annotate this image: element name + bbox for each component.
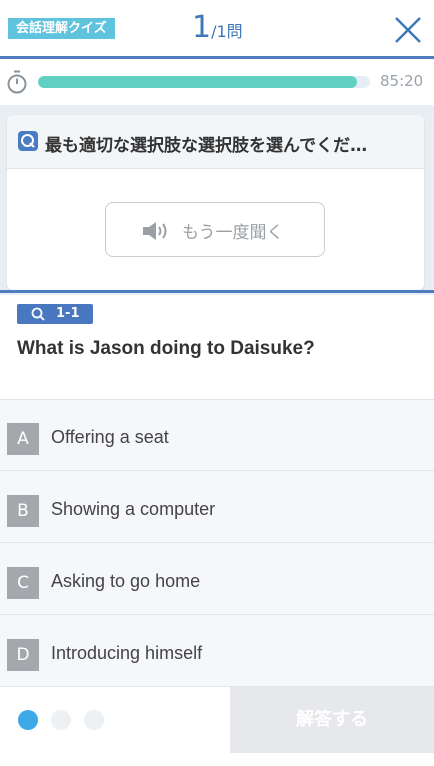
page-dot-1[interactable] xyxy=(18,710,38,730)
option-d[interactable]: D Introducing himself xyxy=(0,616,434,687)
option-text: Offering a seat xyxy=(51,427,169,447)
quiz-header: 会話理解クイズ 1/1問 xyxy=(0,0,434,57)
option-text: Asking to go home xyxy=(51,571,201,591)
speaker-icon xyxy=(143,222,167,240)
total-questions: /1問 xyxy=(211,22,243,41)
quiz-footer: 解答する xyxy=(0,687,434,766)
close-button[interactable] xyxy=(393,15,423,45)
option-b[interactable]: B Showing a computer xyxy=(0,472,434,543)
option-text: Introducing himself xyxy=(51,643,203,663)
question-icon xyxy=(31,307,45,321)
option-a[interactable]: A Offering a seat xyxy=(0,400,434,471)
instruction-text: 最も適切な選択肢な選択肢を選んでくだ… xyxy=(45,136,368,156)
instruction-card: 最も適切な選択肢な選択肢を選んでくだ… もう一度聞く xyxy=(7,115,424,290)
close-icon xyxy=(395,17,421,43)
stopwatch-icon xyxy=(7,70,27,94)
category-tag: 会話理解クイズ xyxy=(8,18,115,39)
instruction-header: 最も適切な選択肢な選択肢を選んでくだ… xyxy=(7,115,424,169)
option-letter: C xyxy=(7,567,39,599)
remaining-time: 85:20 xyxy=(380,72,424,90)
time-progress-bar xyxy=(38,76,370,88)
current-question-number: 1 xyxy=(192,10,212,45)
listen-again-label: もう一度聞く xyxy=(182,223,284,243)
question-number-label: 1-1 xyxy=(56,306,80,321)
question-badge: 1-1 xyxy=(17,304,93,324)
question-text: What is Jason doing to Daisuke? xyxy=(17,338,315,359)
timer-row: 85:20 xyxy=(0,59,434,105)
page-dot-2[interactable] xyxy=(51,710,71,730)
option-c[interactable]: C Asking to go home xyxy=(0,544,434,615)
listen-again-button[interactable]: もう一度聞く xyxy=(105,202,325,257)
time-progress-fill xyxy=(38,76,357,88)
option-letter: A xyxy=(7,423,39,455)
submit-answer-button[interactable]: 解答する xyxy=(230,687,434,753)
option-letter: D xyxy=(7,639,39,671)
option-text: Showing a computer xyxy=(51,499,216,519)
panel-divider xyxy=(0,290,434,293)
question-icon xyxy=(18,131,38,151)
option-letter: B xyxy=(7,495,39,527)
page-dot-3[interactable] xyxy=(84,710,104,730)
question-counter: 1/1問 xyxy=(192,11,243,49)
